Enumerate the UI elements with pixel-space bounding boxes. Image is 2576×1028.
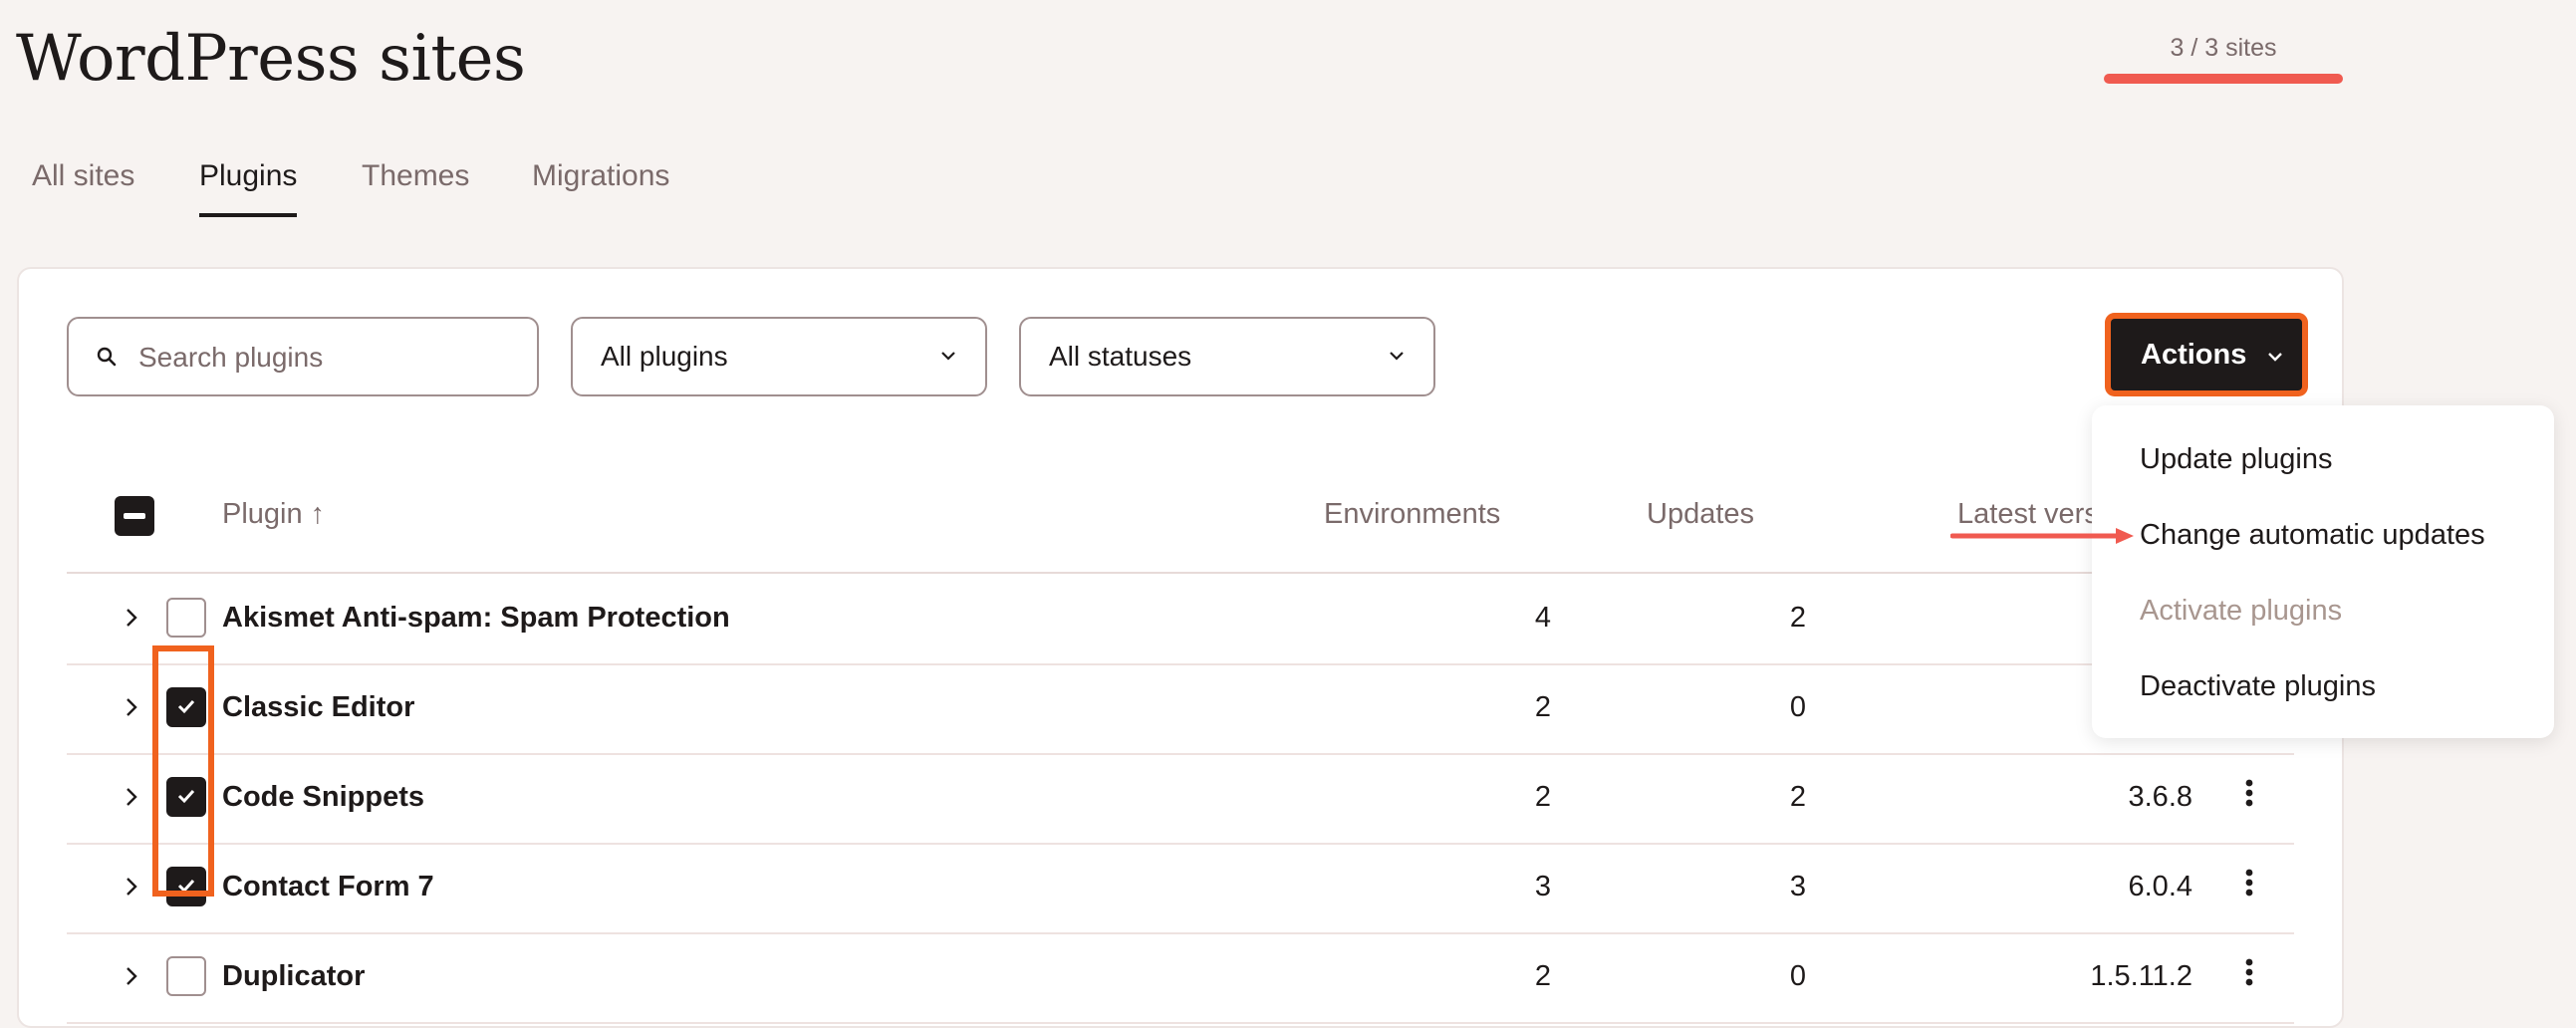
tab-themes[interactable]: Themes <box>362 159 469 217</box>
status-select-value: All statuses <box>1049 341 1192 372</box>
checkbox-highlight-annotation <box>152 645 214 897</box>
tab-all-sites[interactable]: All sites <box>32 159 134 217</box>
chevron-right-icon[interactable] <box>125 785 138 809</box>
chevron-down-icon <box>1390 352 1404 361</box>
menu-item-update-plugins[interactable]: Update plugins <box>2140 443 2332 476</box>
updates-count: 0 <box>1789 691 1806 723</box>
actions-button[interactable]: Actions <box>2111 319 2302 390</box>
page-title: WordPress sites <box>16 22 526 96</box>
chevron-right-icon[interactable] <box>125 606 138 630</box>
menu-item-change-automatic-updates[interactable]: Change automatic updates <box>2140 519 2485 552</box>
updates-count: 2 <box>1789 602 1806 634</box>
plugin-type-select-value: All plugins <box>601 341 728 372</box>
plugins-panel: All plugins All statuses Actions Plugin … <box>17 267 2344 1028</box>
chevron-right-icon[interactable] <box>125 695 138 719</box>
latest-version: 6.0.4 <box>2128 871 2193 902</box>
plugin-name[interactable]: Akismet Anti-spam: Spam Protection <box>222 602 730 635</box>
column-header-environments[interactable]: Environments <box>1324 498 1500 531</box>
indeterminate-icon <box>124 513 145 519</box>
updates-count: 0 <box>1789 960 1806 992</box>
updates-count: 3 <box>1789 871 1806 902</box>
search-field[interactable] <box>67 317 539 396</box>
environments-count: 2 <box>1534 960 1551 992</box>
row-checkbox[interactable] <box>166 598 206 638</box>
table-header: Plugin ↑ Environments Updates Latest ver… <box>67 468 2294 574</box>
more-options-icon[interactable] <box>2234 771 2264 821</box>
actions-button-label: Actions <box>2141 339 2247 371</box>
row-checkbox[interactable] <box>166 956 206 996</box>
select-all-checkbox[interactable] <box>115 496 154 536</box>
updates-count: 2 <box>1789 781 1806 813</box>
more-options-icon[interactable] <box>2234 950 2264 1000</box>
chevron-down-icon <box>941 352 955 361</box>
table-row: Classic Editor 2 0 1 <box>67 663 2294 755</box>
menu-item-activate-plugins: Activate plugins <box>2140 595 2343 627</box>
table-row: Contact Form 7 3 3 6.0.4 <box>67 843 2294 934</box>
tab-migrations[interactable]: Migrations <box>532 159 669 217</box>
environments-count: 2 <box>1534 781 1551 813</box>
table-row: Akismet Anti-spam: Spam Protection 4 2 5 <box>67 574 2294 665</box>
table-row: Duplicator 2 0 1.5.11.2 <box>67 932 2294 1024</box>
environments-count: 4 <box>1534 602 1551 634</box>
actions-menu: Update plugins Change automatic updates … <box>2092 405 2554 738</box>
plugin-name[interactable]: Classic Editor <box>222 691 414 724</box>
chevron-down-icon <box>2268 353 2282 362</box>
column-header-plugin[interactable]: Plugin ↑ <box>222 498 325 531</box>
site-count-label: 3 / 3 sites <box>2170 34 2277 62</box>
plugin-name[interactable]: Duplicator <box>222 960 365 993</box>
column-header-updates[interactable]: Updates <box>1647 498 1754 531</box>
search-input[interactable] <box>136 337 519 379</box>
latest-version: 3.6.8 <box>2128 781 2193 813</box>
environments-count: 3 <box>1534 871 1551 902</box>
chevron-right-icon[interactable] <box>125 964 138 988</box>
more-options-icon[interactable] <box>2234 861 2264 910</box>
plugin-name[interactable]: Contact Form 7 <box>222 871 434 903</box>
status-select[interactable]: All statuses <box>1019 317 1435 396</box>
plugin-type-select[interactable]: All plugins <box>571 317 987 396</box>
table-row: Code Snippets 2 2 3.6.8 <box>67 753 2294 845</box>
latest-version: 1.5.11.2 <box>2090 960 2192 992</box>
site-count-annotation-underline <box>2104 74 2343 84</box>
menu-item-deactivate-plugins[interactable]: Deactivate plugins <box>2140 670 2376 703</box>
plugin-name[interactable]: Code Snippets <box>222 781 424 814</box>
chevron-right-icon[interactable] <box>125 875 138 899</box>
environments-count: 2 <box>1534 691 1551 723</box>
tab-plugins[interactable]: Plugins <box>199 159 298 217</box>
arrow-annotation-icon <box>1950 528 2134 544</box>
search-icon <box>97 347 117 367</box>
